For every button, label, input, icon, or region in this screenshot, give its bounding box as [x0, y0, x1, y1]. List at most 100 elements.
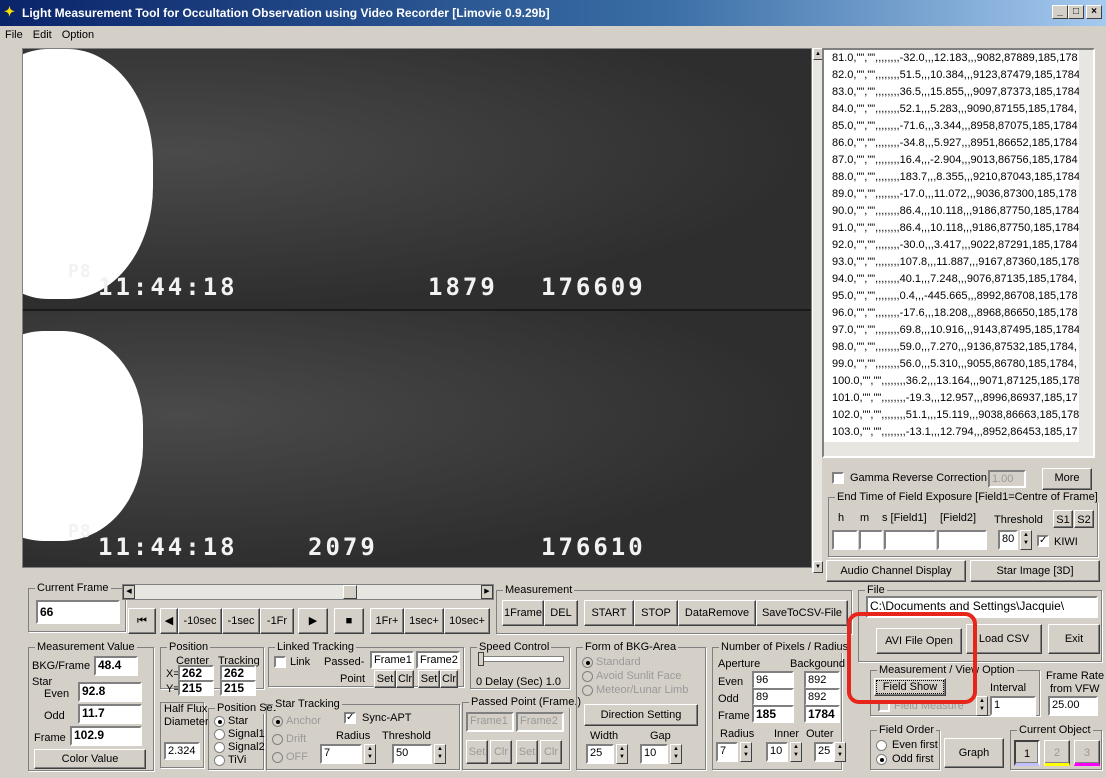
passed-set1-button[interactable]: Set	[466, 740, 488, 764]
graph-button[interactable]: Graph	[944, 738, 1004, 768]
link-checkbox[interactable]	[274, 656, 286, 668]
menu-edit[interactable]: Edit	[28, 26, 57, 44]
speed-slider-thumb[interactable]	[478, 652, 484, 666]
menu-file[interactable]: File	[0, 26, 28, 44]
one-frame-button[interactable]: 1Frame	[502, 600, 544, 626]
minute-field[interactable]	[859, 530, 883, 550]
tracking-threshold-field[interactable]: 50	[392, 744, 432, 764]
width-field[interactable]: 25	[586, 744, 614, 764]
frame-slider[interactable]: ◀ ▶	[122, 584, 494, 600]
minus-1sec-button[interactable]: -1sec	[222, 608, 260, 634]
linked-set1-button[interactable]: Set	[374, 670, 396, 688]
log-row[interactable]: 91.0,"","",,,,,,,,86.4,,,10.118,,,9186,8…	[824, 220, 1093, 237]
linked-set2-button[interactable]: Set	[418, 670, 440, 688]
gamma-checkbox[interactable]	[832, 472, 844, 484]
log-row[interactable]: 93.0,"","",,,,,,,,107.8,,,11.887,,,9167,…	[824, 254, 1093, 271]
inner-radius-field[interactable]: 10	[766, 742, 788, 762]
minus-10sec-button[interactable]: -10sec	[178, 608, 222, 634]
posset-tivi-radio[interactable]	[214, 755, 225, 766]
log-row[interactable]: 83.0,"","",,,,,,,,36.5,,,15.855,,,9097,8…	[824, 84, 1093, 101]
linked-clr1-button[interactable]: Clr	[396, 670, 414, 688]
log-row[interactable]: 85.0,"","",,,,,,,,-71.6,,,3.344,,,8958,8…	[824, 118, 1093, 135]
slider-thumb[interactable]	[343, 585, 357, 599]
log-row[interactable]: 99.0,"","",,,,,,,,56.0,,,5.310,,,9055,86…	[824, 356, 1093, 373]
plus-1sec-button[interactable]: 1sec+	[404, 608, 444, 634]
object-2-button[interactable]: 2	[1044, 740, 1070, 766]
video-display[interactable]: P8 11:44:18 1879 176609 P8 11:44:18 2079…	[22, 48, 812, 568]
interval-field[interactable]: 1	[990, 696, 1036, 716]
object-1-button[interactable]: 1	[1014, 740, 1040, 766]
log-row[interactable]: 84.0,"","",,,,,,,,52.1,,,5.283,,,9090,87…	[824, 101, 1093, 118]
drift-radio[interactable]	[272, 734, 283, 745]
posset-signal2-radio[interactable]	[214, 742, 225, 753]
stop-playback-button[interactable]: ■	[334, 608, 364, 634]
object-3-button[interactable]: 3	[1074, 740, 1100, 766]
s1-button[interactable]: S1	[1053, 510, 1073, 528]
log-row[interactable]: 94.0,"","",,,,,,,,40.1,,,7.248,,,9076,87…	[824, 271, 1093, 288]
standard-radio[interactable]	[582, 657, 593, 668]
gamma-value-field[interactable]: 1.00	[988, 470, 1026, 488]
even-first-radio[interactable]	[876, 740, 887, 751]
threshold-spinner[interactable]: ▲ ▼	[1020, 530, 1032, 550]
log-row[interactable]: 101.0,"","",,,,,,,,-19.3,,,12.957,,,8996…	[824, 390, 1093, 407]
close-button[interactable]: ×	[1086, 5, 1102, 19]
aperture-radius-field[interactable]: 7	[716, 742, 738, 762]
measurement-log-list[interactable]: 81.0,"","",,,,,,,,-32.0,,,12.183,,,9082,…	[822, 48, 1095, 458]
play-button[interactable]: ▶	[298, 608, 328, 634]
tracking-threshold-spinner[interactable]: ▲ ▼	[434, 744, 446, 764]
log-row[interactable]: 95.0,"","",,,,,,,,0.4,,,-445.665,,,8992,…	[824, 288, 1093, 305]
posset-signal1-radio[interactable]	[214, 729, 225, 740]
passed-frame1-field[interactable]: Frame1	[466, 712, 514, 732]
minimize-button[interactable]: _	[1052, 5, 1068, 19]
color-value-button[interactable]: Color Value	[34, 749, 146, 769]
seconds-field2[interactable]	[937, 530, 987, 550]
data-remove-button[interactable]: DataRemove	[678, 600, 756, 626]
more-button[interactable]: More	[1042, 468, 1092, 490]
linked-clr2-button[interactable]: Clr	[440, 670, 458, 688]
width-spinner[interactable]: ▲ ▼	[616, 744, 628, 764]
outer-radius-spinner[interactable]: ▲ ▼	[834, 742, 846, 762]
linked-frame2-field[interactable]: Frame2	[416, 651, 460, 669]
kiwi-checkbox[interactable]: ✓	[1037, 535, 1049, 547]
meteor-limb-radio[interactable]	[582, 685, 593, 696]
log-row[interactable]: 100.0,"","",,,,,,,,36.2,,,13.164,,,9071,…	[824, 373, 1093, 390]
slider-right-icon[interactable]: ▶	[481, 585, 493, 599]
anchor-radio[interactable]	[272, 716, 283, 727]
log-row[interactable]: 90.0,"","",,,,,,,,86.4,,,10.118,,,9186,8…	[824, 203, 1093, 220]
log-row[interactable]: 96.0,"","",,,,,,,,-17.6,,,18.208,,,8968,…	[824, 305, 1093, 322]
star-image-3d-button[interactable]: Star Image [3D]	[970, 560, 1100, 582]
first-frame-button[interactable]: ⏮	[128, 608, 156, 634]
exit-button[interactable]: Exit	[1048, 624, 1100, 654]
sync-apt-checkbox[interactable]: ✓	[344, 712, 356, 724]
frame-rate-field[interactable]: 25.00	[1048, 696, 1098, 716]
menu-option[interactable]: Option	[57, 26, 99, 44]
log-row[interactable]: 92.0,"","",,,,,,,,-30.0,,,3.417,,,9022,8…	[824, 237, 1093, 254]
avoid-sunlit-radio[interactable]	[582, 671, 593, 682]
log-horizontal-scrollbar[interactable]	[824, 442, 1093, 456]
start-button[interactable]: START	[584, 600, 634, 626]
log-row[interactable]: 81.0,"","",,,,,,,,-32.0,,,12.183,,,9082,…	[824, 50, 1093, 67]
log-row[interactable]: 86.0,"","",,,,,,,,-34.8,,,5.927,,,8951,8…	[824, 135, 1093, 152]
log-row[interactable]: 103.0,"","",,,,,,,,-13.1,,,12.794,,,8952…	[824, 424, 1093, 441]
passed-clr2-button[interactable]: Clr	[540, 740, 562, 764]
minus-1frame-button[interactable]: -1Fr	[260, 608, 294, 634]
tracking-radius-spinner[interactable]: ▲ ▼	[364, 744, 376, 764]
save-to-csv-button[interactable]: SaveToCSV-File	[756, 600, 848, 626]
threshold-field[interactable]: 80	[998, 530, 1018, 550]
tracking-radius-field[interactable]: 7	[320, 744, 362, 764]
passed-clr1-button[interactable]: Clr	[490, 740, 512, 764]
passed-set2-button[interactable]: Set	[516, 740, 538, 764]
posset-star-radio[interactable]	[214, 716, 225, 727]
plus-1frame-button[interactable]: 1Fr+	[370, 608, 404, 634]
log-row[interactable]: 82.0,"","",,,,,,,,51.5,,,10.384,,,9123,8…	[824, 67, 1093, 84]
video-scrollbar[interactable]: ▲ ▼	[812, 48, 823, 573]
s2-button[interactable]: S2	[1074, 510, 1094, 528]
log-row[interactable]: 89.0,"","",,,,,,,,-17.0,,,11.072,,,9036,…	[824, 186, 1093, 203]
hour-field[interactable]	[832, 530, 858, 550]
load-csv-button[interactable]: Load CSV	[966, 624, 1042, 654]
current-frame-field[interactable]: 66	[36, 600, 120, 624]
log-row[interactable]: 87.0,"","",,,,,,,,16.4,,,-2.904,,,9013,8…	[824, 152, 1093, 169]
inner-radius-spinner[interactable]: ▲ ▼	[790, 742, 802, 762]
direction-setting-button[interactable]: Direction Setting	[584, 704, 698, 726]
linked-frame1-field[interactable]: Frame1	[370, 651, 414, 669]
